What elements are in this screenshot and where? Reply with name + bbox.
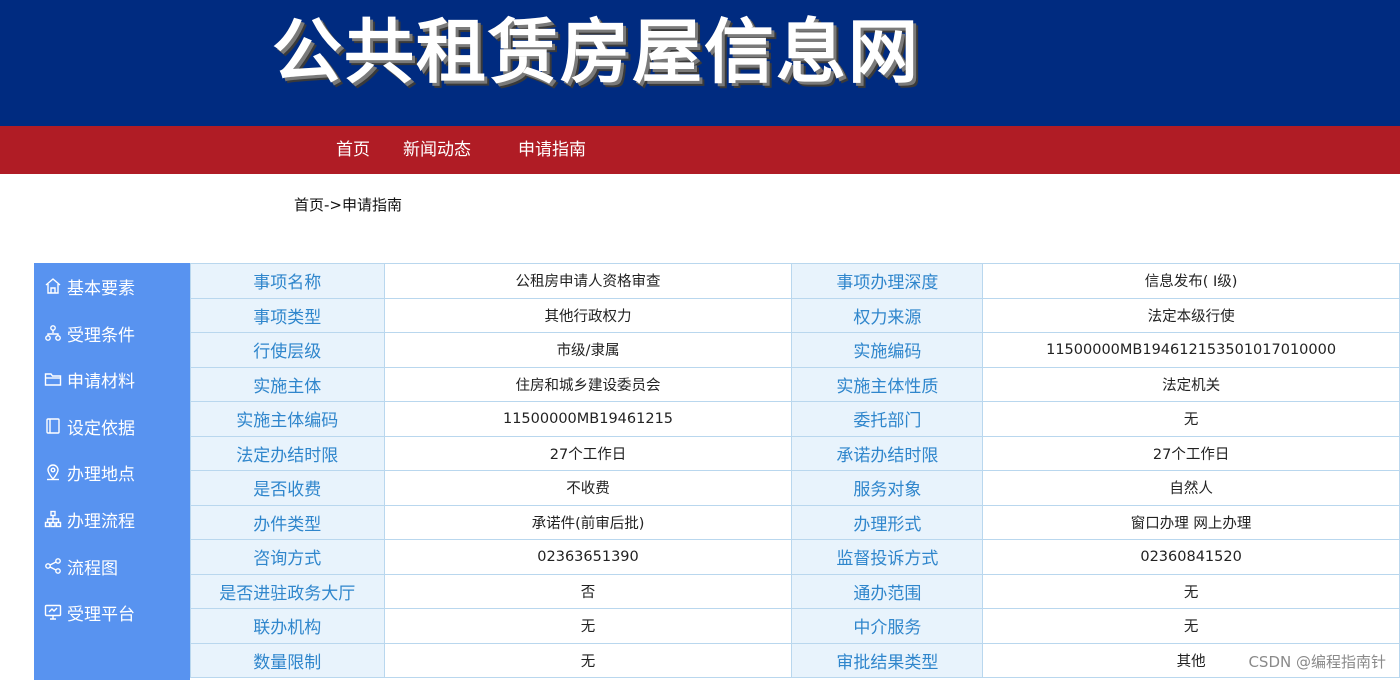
field-value: 02360841520 (982, 539, 1400, 575)
field-label: 权力来源 (791, 297, 984, 333)
field-label: 法定办结时限 (190, 435, 385, 471)
sidebar: 基本要素 受理条件 申请材料 设定依据 办理地点 办理流程 流程图 受理平台 (34, 263, 190, 680)
sidebar-item-label: 设定依据 (67, 418, 135, 439)
field-label: 实施主体编码 (190, 401, 385, 437)
hierarchy-icon (44, 510, 62, 528)
sidebar-item-label: 基本要素 (67, 278, 135, 299)
nav-home[interactable]: 首页 (336, 126, 370, 174)
field-label: 办理形式 (791, 504, 984, 540)
header-banner: 公共租赁房屋信息网 (0, 0, 1400, 126)
field-value: 不收费 (383, 470, 793, 506)
field-value: 公租房申请人资格审查 (383, 263, 793, 299)
info-table: 事项名称 公租房申请人资格审查 事项办理深度 信息发布( Ⅰ级) 事项类型 其他行政权力权… (190, 263, 1400, 678)
sidebar-item-basic[interactable]: 基本要素 (34, 263, 190, 309)
field-label: 行使层级 (190, 332, 385, 368)
table-row: 实施主体编码 11500000MB19461215 委托部门无 (190, 401, 1400, 437)
table-row: 办件类型 承诺件(前审后批) 办理形式 窗口办理 网上办理 (190, 504, 1400, 540)
sidebar-item-materials[interactable]: 申请材料 (34, 356, 190, 402)
sidebar-item-label: 办理流程 (67, 511, 135, 532)
table-row: 联办机构无中介服务无 (190, 608, 1400, 644)
field-value: 27个工作日 (383, 435, 793, 471)
field-label: 通办范围 (791, 573, 984, 609)
field-value: 住房和城乡建设委员会 (383, 366, 793, 402)
share-icon (44, 557, 62, 575)
nav-news[interactable]: 新闻动态 (403, 126, 471, 174)
field-value: 市级/隶属 (383, 332, 793, 368)
sidebar-item-platform[interactable]: 受理平台 (34, 589, 190, 635)
table-row: 是否收费 不收费 服务对象 自然人 (190, 470, 1400, 506)
field-label: 事项办理深度 (791, 263, 984, 299)
field-value: 其他行政权力 (383, 297, 793, 333)
folder-icon (44, 370, 62, 388)
sidebar-item-flowchart[interactable]: 流程图 (34, 543, 190, 589)
nav-bar: 首页 新闻动态 申请指南 (0, 126, 1400, 174)
nav-guide[interactable]: 申请指南 (518, 126, 586, 174)
field-label: 办件类型 (190, 504, 385, 540)
field-label: 服务对象 (791, 470, 984, 506)
field-value: 11500000MB19461215350101701000​0 (982, 332, 1400, 368)
org-icon (44, 324, 62, 342)
table-row: 数量限制无审批结果类型 其他 (190, 642, 1400, 678)
sidebar-item-label: 办理地点 (67, 464, 135, 485)
field-value: 信息发布( Ⅰ级) (982, 263, 1400, 299)
field-label: 联办机构 (190, 608, 385, 644)
table-row: 咨询方式 02363651390 监督投诉方式 02360841520 (190, 539, 1400, 575)
sidebar-item-process[interactable]: 办理流程 (34, 496, 190, 542)
field-label: 咨询方式 (190, 539, 385, 575)
table-row: 是否进驻政务大厅否通办范围无 (190, 573, 1400, 609)
field-label: 承诺办结时限 (791, 435, 984, 471)
field-label: 事项类型 (190, 297, 385, 333)
field-label: 监督投诉方式 (791, 539, 984, 575)
watermark: CSDN @编程指南针 (1248, 653, 1386, 671)
field-value: 法定机关 (982, 366, 1400, 402)
field-value: 无 (982, 401, 1400, 437)
table-row: 实施主体 住房和城乡建设委员会 实施主体性质 法定机关 (190, 366, 1400, 402)
sidebar-item-label: 受理条件 (67, 325, 135, 346)
sidebar-item-label: 受理平台 (67, 604, 135, 625)
field-value: 27个工作日 (982, 435, 1400, 471)
field-label: 实施编码 (791, 332, 984, 368)
field-value: 无 (383, 642, 793, 678)
site-title: 公共租赁房屋信息网 (272, 11, 920, 93)
field-label: 数量限制 (190, 642, 385, 678)
field-value: 窗口办理 网上办理 (982, 504, 1400, 540)
table-row: 事项名称 公租房申请人资格审查 事项办理深度 信息发布( Ⅰ级) (190, 263, 1400, 299)
table-row: 法定办结时限 27个工作日 承诺办结时限 27个工作日 (190, 435, 1400, 471)
field-value: 无 (982, 573, 1400, 609)
field-label: 中介服务 (791, 608, 984, 644)
sidebar-item-conditions[interactable]: 受理条件 (34, 310, 190, 356)
home-icon (44, 277, 62, 295)
field-label: 是否进驻政务大厅 (190, 573, 385, 609)
sidebar-item-label: 流程图 (67, 558, 118, 579)
field-label: 实施主体性质 (791, 366, 984, 402)
field-value: 否 (383, 573, 793, 609)
table-row: 行使层级 市级/隶属 实施编码 11500000MB19461215350101701… (190, 332, 1400, 368)
sidebar-item-label: 申请材料 (67, 371, 135, 392)
field-value: 02363651390 (383, 539, 793, 575)
field-label: 审批结果类型 (791, 642, 984, 678)
field-value: 自然人 (982, 470, 1400, 506)
field-value: 无 (383, 608, 793, 644)
field-value: 法定本级行使 (982, 297, 1400, 333)
field-label: 委托部门 (791, 401, 984, 437)
table-row: 事项类型 其他行政权力 权力来源 法定本级行使 (190, 297, 1400, 333)
sidebar-item-location[interactable]: 办理地点 (34, 449, 190, 495)
field-label: 事项名称 (190, 263, 385, 299)
breadcrumb: 首页->申请指南 (294, 196, 402, 214)
monitor-icon (44, 603, 62, 621)
sidebar-item-basis[interactable]: 设定依据 (34, 403, 190, 449)
book-icon (44, 417, 62, 435)
field-value: 承诺件(前审后批) (383, 504, 793, 540)
location-icon (44, 463, 62, 481)
field-value: 11500000MB19461215 (383, 401, 793, 437)
field-label: 是否收费 (190, 470, 385, 506)
field-label: 实施主体 (190, 366, 385, 402)
field-value: 无 (982, 608, 1400, 644)
